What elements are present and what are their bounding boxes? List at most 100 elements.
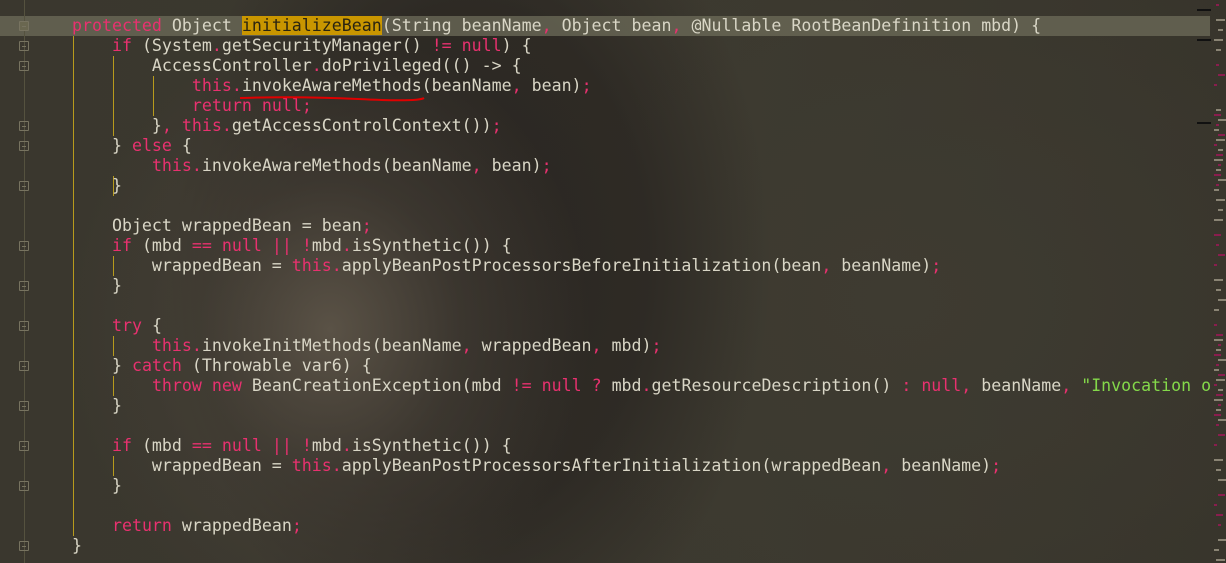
- code-line[interactable]: [72, 196, 1211, 216]
- fold-collapse-icon[interactable]: [19, 361, 29, 371]
- minimap-line: [1216, 469, 1221, 471]
- code-line[interactable]: }, this.getAccessControlContext());: [72, 116, 1211, 136]
- fold-expand-icon[interactable]: [19, 121, 29, 131]
- code-line[interactable]: if (mbd == null || !mbd.isSynthetic()) {: [72, 436, 1211, 456]
- minimap-line: [1216, 199, 1225, 201]
- code-line[interactable]: this.invokeAwareMethods(beanName, bean);: [72, 156, 1211, 176]
- keyword-token: this: [151, 336, 192, 355]
- code-token: }: [72, 536, 82, 555]
- minimap-line: [1214, 399, 1223, 401]
- code-line[interactable]: protected Object initializeBean(String b…: [72, 16, 1211, 36]
- code-line[interactable]: this.invokeAwareMethods(beanName, bean);: [72, 76, 1211, 96]
- code-token: mbd: [311, 236, 342, 255]
- code-line[interactable]: }: [72, 276, 1211, 296]
- keyword-token: .: [331, 256, 342, 275]
- keyword-token: ,: [541, 16, 552, 35]
- code-token: applyBeanPostProcessorsBeforeInitializat…: [341, 256, 822, 275]
- minimap-line: [1218, 74, 1225, 76]
- fold-collapse-icon[interactable]: [19, 21, 29, 31]
- code-line[interactable]: wrappedBean = this.applyBeanPostProcesso…: [72, 456, 1211, 476]
- keyword-token: .: [341, 236, 352, 255]
- keyword-token: return: [111, 516, 172, 535]
- code-token: }: [72, 476, 122, 495]
- keyword-token: ,: [961, 376, 972, 395]
- minimap-line: [1216, 124, 1219, 126]
- code-line[interactable]: }: [72, 476, 1211, 496]
- fold-expand-icon[interactable]: [19, 181, 29, 191]
- code-token: invokeInitMethods(beanName: [201, 336, 462, 355]
- fold-collapse-icon[interactable]: [19, 61, 29, 71]
- minimap-line: [1216, 424, 1219, 426]
- fold-collapse-icon[interactable]: [19, 141, 29, 151]
- code-token: getResourceDescription(): [651, 376, 902, 395]
- code-line[interactable]: this.invokeInitMethods(beanName, wrapped…: [72, 336, 1211, 356]
- code-line[interactable]: Object wrappedBean = bean;: [72, 216, 1211, 236]
- code-line[interactable]: AccessController.doPrivileged(() -> {: [72, 56, 1211, 76]
- minimap-line: [1218, 374, 1225, 376]
- code-line[interactable]: [72, 416, 1211, 436]
- minimap-line: [1216, 139, 1225, 141]
- code-token: mbd: [311, 436, 342, 455]
- minimap-line: [1214, 159, 1223, 161]
- code-token: wrappedBean: [471, 336, 592, 355]
- keyword-token: null: [921, 376, 962, 395]
- code-token: Object bean: [551, 16, 672, 35]
- code-line[interactable]: if (mbd == null || !mbd.isSynthetic()) {: [72, 236, 1211, 256]
- keyword-token: ;: [651, 336, 662, 355]
- fold-expand-icon[interactable]: [19, 401, 29, 411]
- code-line[interactable]: } else {: [72, 136, 1211, 156]
- fold-collapse-icon[interactable]: [19, 241, 29, 251]
- code-token: (Throwable var6) {: [181, 356, 372, 375]
- code-token: (String beanName: [381, 16, 542, 35]
- code-line[interactable]: }: [72, 396, 1211, 416]
- minimap-scrollbar[interactable]: [1212, 0, 1226, 563]
- code-line[interactable]: [72, 496, 1211, 516]
- minimap-line: [1218, 254, 1225, 256]
- keyword-token: null: [221, 436, 262, 455]
- code-token: beanName): [891, 456, 992, 475]
- keyword-token: .: [191, 156, 202, 175]
- minimap-line: [1214, 84, 1217, 86]
- keyword-token: ,: [471, 156, 482, 175]
- minimap-line: [1218, 164, 1221, 166]
- code-token: wrappedBean =: [72, 456, 292, 475]
- fold-collapse-icon[interactable]: [19, 441, 29, 451]
- fold-expand-icon[interactable]: [19, 541, 29, 551]
- keyword-token: !=: [511, 376, 532, 395]
- fold-expand-icon[interactable]: [19, 281, 29, 291]
- minimap-line: [1218, 524, 1221, 526]
- keyword-token: .: [341, 436, 352, 455]
- keyword-token: .: [221, 116, 232, 135]
- code-line[interactable]: return wrappedBean;: [72, 516, 1211, 536]
- fold-expand-icon[interactable]: [19, 481, 29, 491]
- fold-collapse-icon[interactable]: [19, 321, 29, 331]
- fold-collapse-icon[interactable]: [19, 41, 29, 51]
- minimap-line: [1216, 559, 1225, 561]
- code-line[interactable]: }: [72, 176, 1211, 196]
- code-line[interactable]: } catch (Throwable var6) {: [72, 356, 1211, 376]
- keyword-token: !: [301, 236, 312, 255]
- code-line[interactable]: }: [72, 536, 1211, 556]
- code-line[interactable]: wrappedBean = this.applyBeanPostProcesso…: [72, 256, 1211, 276]
- minimap-line: [1214, 339, 1223, 341]
- minimap-line: [1218, 179, 1226, 181]
- error-underline: [239, 96, 425, 102]
- scroll-marker: [1197, 39, 1211, 41]
- code-line[interactable]: try {: [72, 316, 1211, 336]
- keyword-token: ;: [291, 516, 302, 535]
- code-line[interactable]: [72, 296, 1211, 316]
- code-line[interactable]: throw new BeanCreationException(mbd != n…: [72, 376, 1211, 396]
- code-token: (System: [131, 36, 212, 55]
- code-line[interactable]: if (System.getSecurityManager() != null)…: [72, 36, 1211, 56]
- code-token: mbd): [601, 336, 652, 355]
